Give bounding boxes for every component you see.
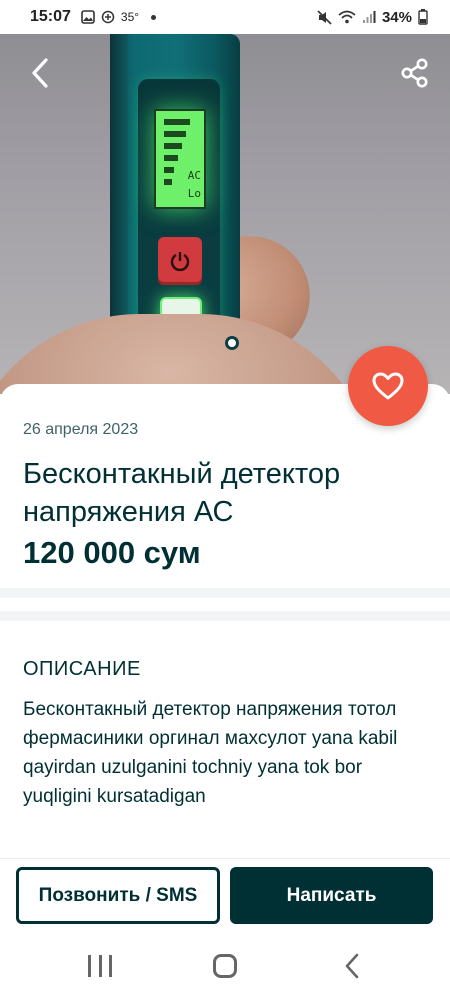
status-system-icons: 34%: [317, 9, 428, 26]
lcd-bar: [164, 119, 190, 125]
listing-price: 120 000 сум: [23, 535, 201, 570]
photo-pagination-dot[interactable]: [225, 336, 239, 350]
lcd-label-lo: Lo: [187, 187, 201, 200]
favorite-button[interactable]: [348, 346, 428, 426]
description-heading: ОПИСАНИЕ: [23, 658, 141, 680]
section-divider: [0, 611, 450, 621]
device-lcd: AC Lo: [154, 109, 206, 209]
post-date: 26 апреля 2023: [23, 421, 139, 438]
back-button[interactable]: [26, 56, 54, 90]
lcd-bar: [164, 131, 186, 137]
status-temperature: 35°: [120, 10, 140, 24]
lcd-bar: [164, 167, 174, 173]
lcd-bar: [164, 143, 182, 149]
listing-title: Бесконтакный детектор напряжения АС: [23, 458, 341, 528]
notification-dot-icon: [151, 14, 157, 20]
data-saver-icon: [101, 10, 115, 24]
share-button[interactable]: [398, 56, 432, 90]
write-message-button[interactable]: Написать: [230, 867, 433, 924]
device-power-icon: [158, 237, 202, 285]
heart-icon: [372, 372, 404, 400]
section-divider: [0, 588, 450, 598]
mute-icon: [317, 9, 332, 25]
gallery-icon: [81, 10, 95, 24]
status-bar: 15:07 35° 34%: [0, 0, 450, 34]
share-icon: [401, 58, 428, 88]
chevron-left-icon: [32, 58, 48, 88]
nav-back-icon[interactable]: [340, 952, 364, 980]
status-notification-icons: 35°: [81, 10, 157, 24]
lcd-label-ac: AC: [187, 169, 201, 182]
description-text: Бесконтакный детектор напряжения тотол ф…: [23, 699, 398, 807]
battery-percent: 34%: [381, 8, 412, 26]
wifi-icon: [338, 10, 356, 24]
battery-icon: [418, 9, 428, 25]
home-icon[interactable]: [213, 954, 237, 978]
call-sms-button[interactable]: Позвонить / SMS: [16, 867, 220, 924]
recent-apps-icon[interactable]: [88, 955, 112, 977]
lcd-bar: [164, 155, 178, 161]
signal-icon: [362, 10, 376, 24]
lcd-bar: [164, 179, 172, 185]
status-time: 15:07: [30, 8, 71, 25]
photo-hand: [0, 314, 380, 394]
